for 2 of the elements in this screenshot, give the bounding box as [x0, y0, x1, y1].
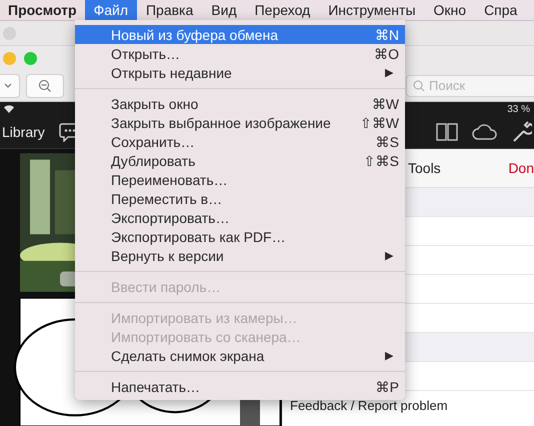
panel-title: Tools [408, 160, 441, 176]
battery-percent: 33 % [507, 104, 530, 114]
